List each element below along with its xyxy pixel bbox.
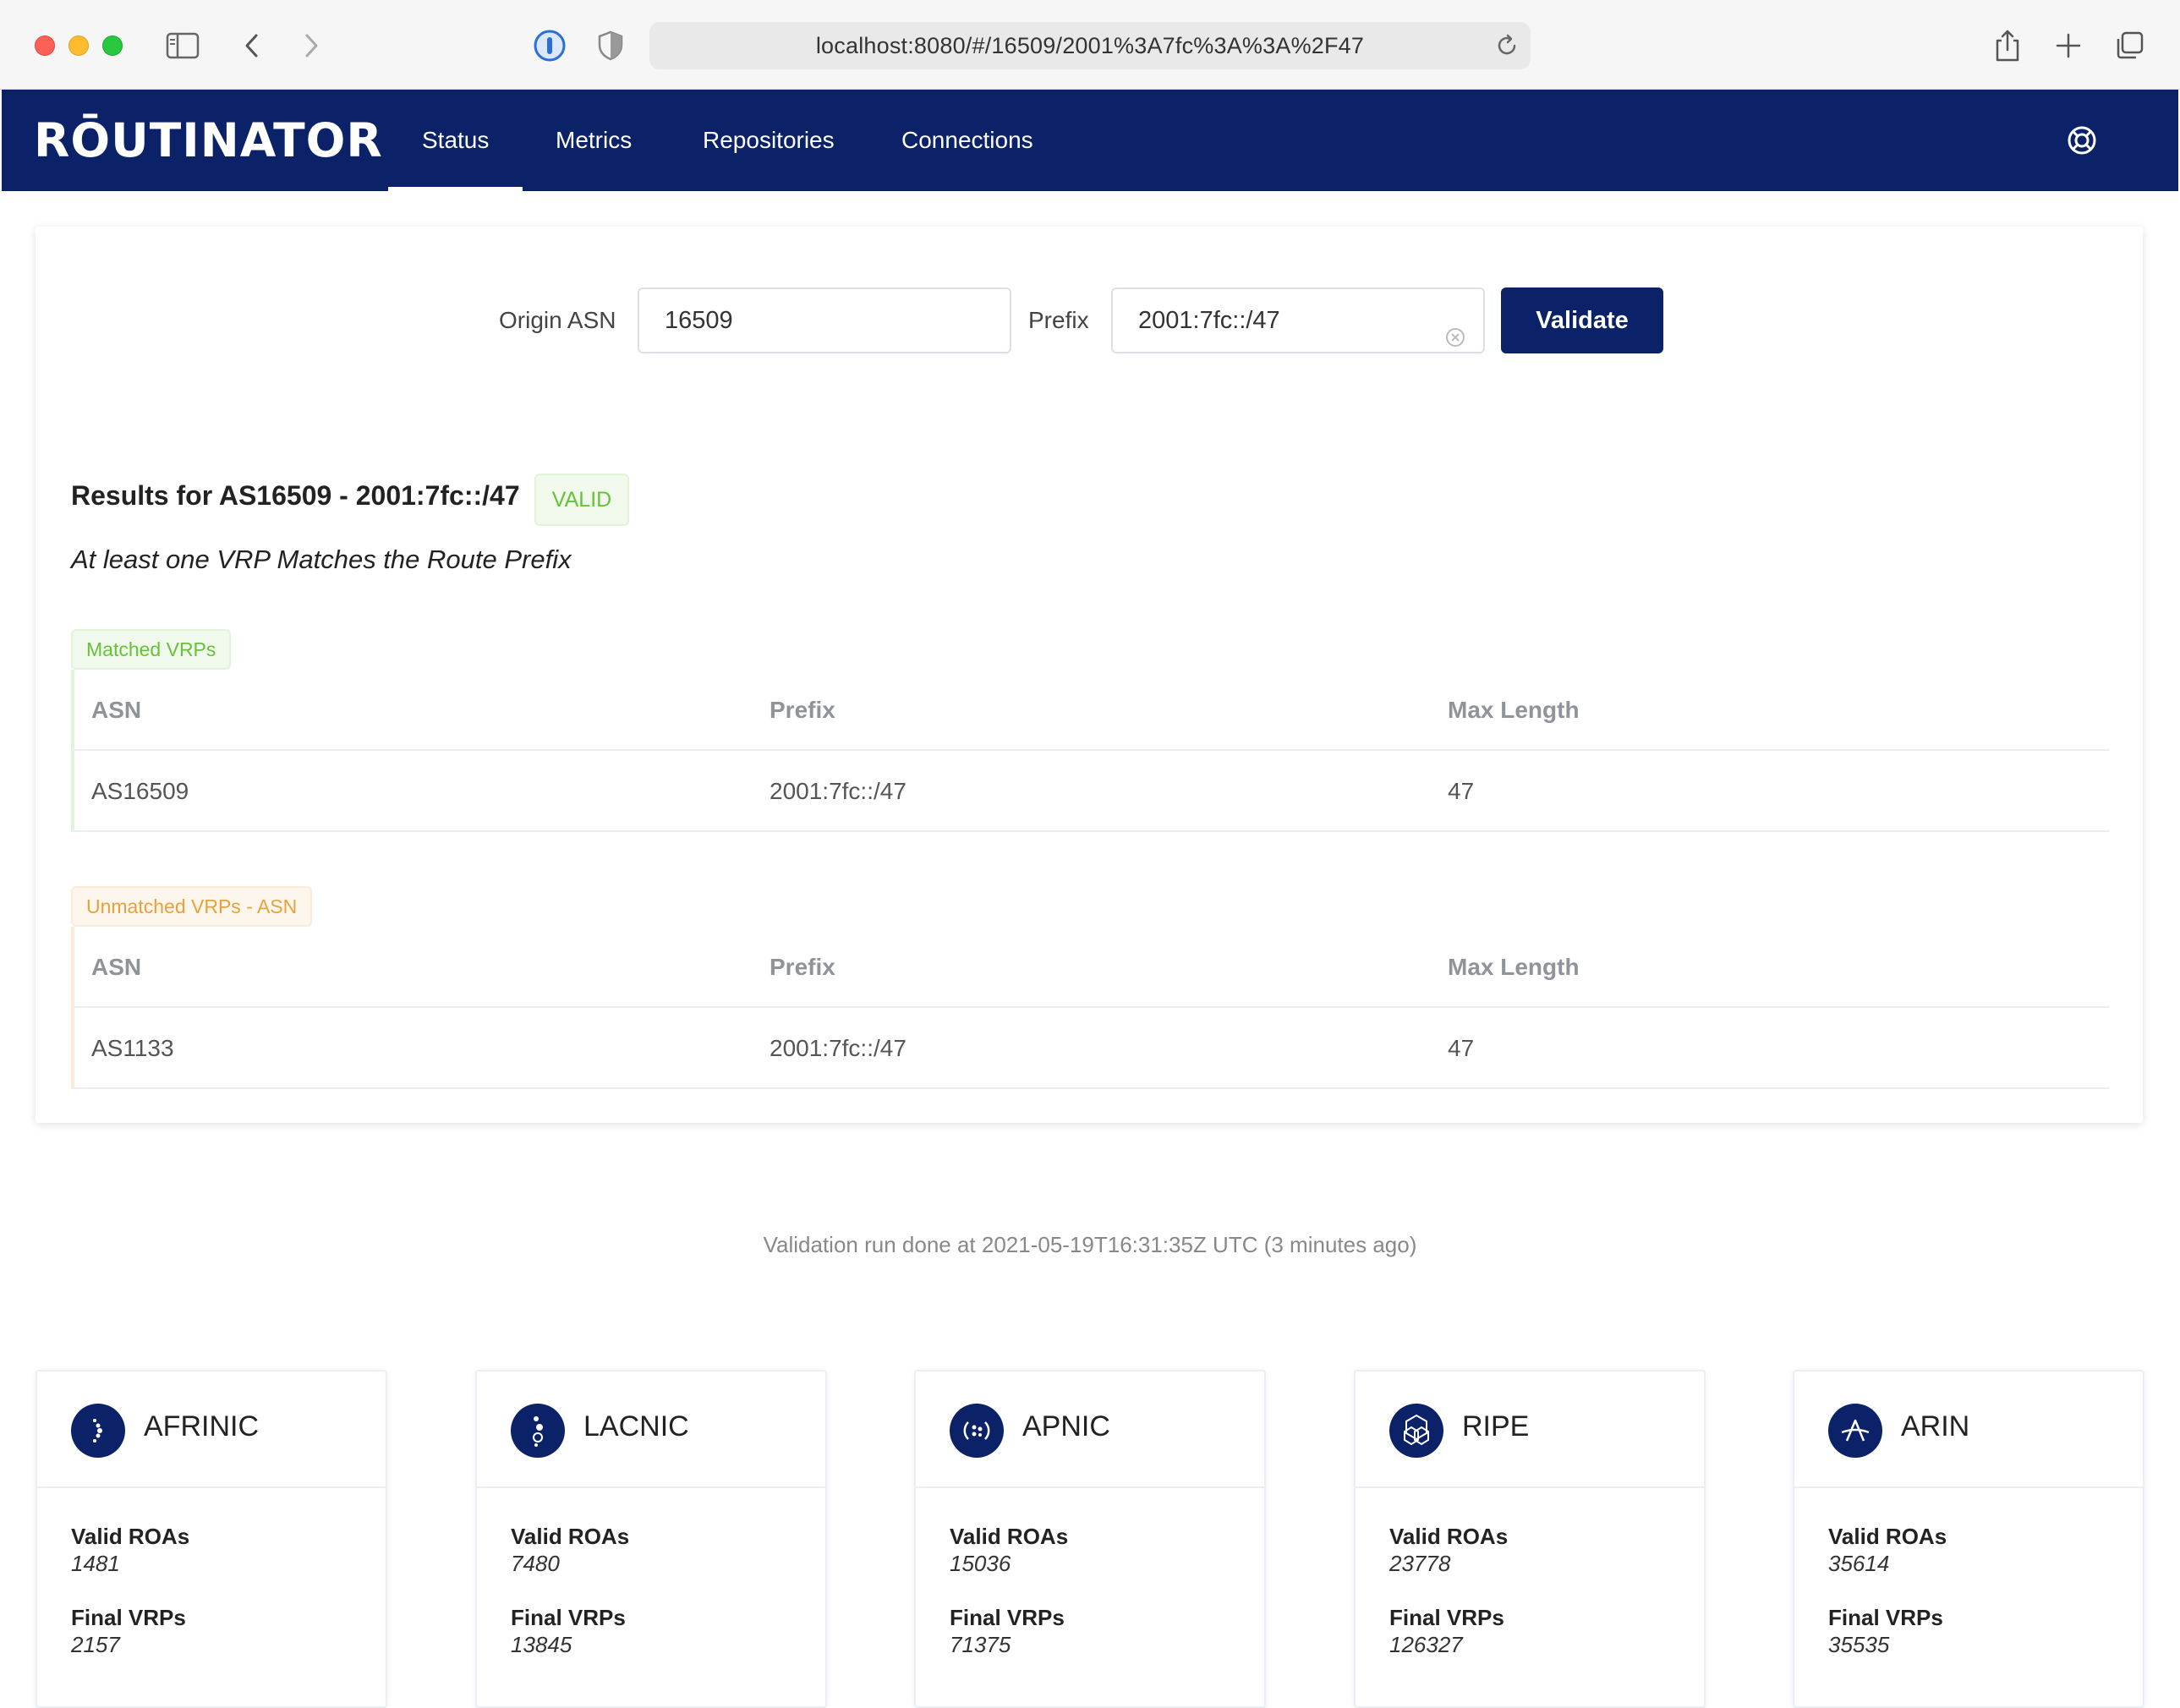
valid-roas-label: Valid ROAs (511, 1524, 630, 1549)
password-manager-icon[interactable] (529, 25, 570, 66)
rir-name: APNIC (1022, 1410, 1110, 1442)
valid-roas-label: Valid ROAs (950, 1524, 1069, 1549)
shield-icon[interactable] (590, 25, 631, 66)
matched-vrps-tag: Matched VRPs (71, 629, 232, 670)
apnic-logo-icon (950, 1404, 1004, 1458)
close-window-button[interactable] (35, 36, 55, 56)
clear-circle-icon[interactable] (1444, 309, 1466, 347)
afrinic-logo-icon (71, 1404, 125, 1458)
final-vrps-label: Final VRPs (1389, 1605, 1504, 1630)
url-text[interactable]: localhost:8080/#/16509/2001%3A7fc%3A%3A%… (649, 22, 1531, 69)
tab-metrics[interactable]: Metrics (522, 90, 666, 191)
unmatched-vrps-table: ASN Prefix Max Length AS1133 2001:7fc::/… (71, 927, 2109, 1089)
column-header-prefix: Prefix (770, 954, 835, 980)
rir-card-afrinic: AFRINIC Valid ROAs 1481 Final VRPs 2157 (36, 1370, 387, 1708)
ripe-logo-icon (1389, 1404, 1443, 1458)
browser-toolbar: localhost:8080/#/16509/2001%3A7fc%3A%3A%… (0, 0, 2180, 90)
results-description: At least one VRP Matches the Route Prefi… (71, 545, 572, 574)
column-header-asn: ASN (91, 954, 142, 980)
cell-max-length: 47 (1448, 1035, 1475, 1061)
prefix-input[interactable]: 2001:7fc::/47 (1111, 287, 1485, 353)
lifebuoy-icon[interactable] (2065, 123, 2099, 157)
final-vrps-value: 71375 (950, 1632, 1011, 1657)
rir-name: ARIN (1901, 1410, 1970, 1442)
tab-connections[interactable]: Connections (868, 90, 1067, 191)
chevron-right-icon[interactable] (291, 25, 331, 66)
validation-run-status: Validation run done at 2021-05-19T16:31:… (763, 1232, 1417, 1257)
column-header-asn: ASN (91, 697, 142, 723)
tab-repositories[interactable]: Repositories (669, 90, 868, 191)
rir-card-arin: ARIN Valid ROAs 35614 Final VRPs 35535 (1793, 1370, 2144, 1708)
cell-asn: AS1133 (91, 1035, 174, 1061)
final-vrps-value: 2157 (71, 1632, 120, 1657)
column-header-max-length: Max Length (1448, 954, 1580, 980)
tab-status[interactable]: Status (388, 90, 523, 191)
matched-vrps-table: ASN Prefix Max Length AS16509 2001:7fc::… (71, 670, 2109, 832)
tabs-overview-icon[interactable] (2109, 25, 2150, 66)
card-header: APNIC (916, 1371, 1264, 1488)
results-title: Results for AS16509 - 2001:7fc::/47 (71, 480, 520, 511)
valid-roas-label: Valid ROAs (1389, 1524, 1509, 1549)
main-navbar: RŌUTINATOR Status Metrics Repositories C… (2, 90, 2178, 191)
table-row: AS1133 2001:7fc::/47 47 (71, 1008, 2109, 1089)
column-header-max-length: Max Length (1448, 697, 1580, 723)
valid-roas-value: 23778 (1389, 1551, 1451, 1576)
prefix-input-value: 2001:7fc::/47 (1138, 307, 1280, 334)
reload-icon[interactable] (1493, 32, 1520, 59)
table-row: AS16509 2001:7fc::/47 47 (71, 751, 2109, 832)
cell-asn: AS16509 (91, 778, 189, 804)
share-icon[interactable] (1987, 25, 2028, 66)
unmatched-vrps-asn-tag: Unmatched VRPs - ASN (71, 886, 313, 927)
final-vrps-value: 35535 (1828, 1632, 1890, 1657)
minimize-window-button[interactable] (68, 36, 89, 56)
card-header: ARIN (1794, 1371, 2143, 1488)
prefix-label: Prefix (1028, 307, 1089, 333)
origin-asn-label: Origin ASN (499, 307, 616, 333)
column-header-prefix: Prefix (770, 697, 835, 723)
validation-panel: Origin ASN 16509 Prefix 2001:7fc::/47 Va… (36, 227, 2143, 1123)
valid-roas-label: Valid ROAs (71, 1524, 190, 1549)
valid-roas-value: 1481 (71, 1551, 120, 1576)
address-bar[interactable]: localhost:8080/#/16509/2001%3A7fc%3A%3A%… (649, 22, 1531, 69)
valid-roas-value: 15036 (950, 1551, 1011, 1576)
card-header: LACNIC (477, 1371, 825, 1488)
lacnic-logo-icon (511, 1404, 565, 1458)
final-vrps-label: Final VRPs (1828, 1605, 1943, 1630)
rir-name: AFRINIC (144, 1410, 259, 1442)
arin-logo-icon (1828, 1404, 1882, 1458)
validate-button[interactable]: Validate (1501, 287, 1663, 353)
final-vrps-value: 13845 (511, 1632, 572, 1657)
card-header: RIPE (1356, 1371, 1704, 1488)
origin-asn-input[interactable]: 16509 (638, 287, 1011, 353)
final-vrps-value: 126327 (1389, 1632, 1463, 1657)
card-header: AFRINIC (37, 1371, 386, 1488)
final-vrps-label: Final VRPs (71, 1605, 186, 1630)
table-header-row: ASN Prefix Max Length (71, 927, 2109, 1008)
plus-icon[interactable] (2048, 25, 2089, 66)
chevron-left-icon[interactable] (232, 25, 272, 66)
final-vrps-label: Final VRPs (511, 1605, 626, 1630)
validity-badge: VALID (534, 474, 629, 526)
cell-prefix: 2001:7fc::/47 (770, 1035, 907, 1061)
table-header-row: ASN Prefix Max Length (71, 670, 2109, 751)
rir-name: RIPE (1462, 1410, 1530, 1442)
valid-roas-label: Valid ROAs (1828, 1524, 1947, 1549)
final-vrps-label: Final VRPs (950, 1605, 1065, 1630)
rir-card-ripe: RIPE Valid ROAs 23778 Final VRPs 126327 (1354, 1370, 1706, 1708)
valid-roas-value: 7480 (511, 1551, 560, 1576)
rir-name: LACNIC (583, 1410, 689, 1442)
rir-card-lacnic: LACNIC Valid ROAs 7480 Final VRPs 13845 (475, 1370, 827, 1708)
zoom-window-button[interactable] (102, 36, 123, 56)
sidebar-icon[interactable] (162, 25, 203, 66)
valid-roas-value: 35614 (1828, 1551, 1890, 1576)
cell-max-length: 47 (1448, 778, 1475, 804)
routinator-logo[interactable]: RŌUTINATOR (34, 113, 383, 167)
rir-card-apnic: APNIC Valid ROAs 15036 Final VRPs 71375 (914, 1370, 1266, 1708)
cell-prefix: 2001:7fc::/47 (770, 778, 907, 804)
